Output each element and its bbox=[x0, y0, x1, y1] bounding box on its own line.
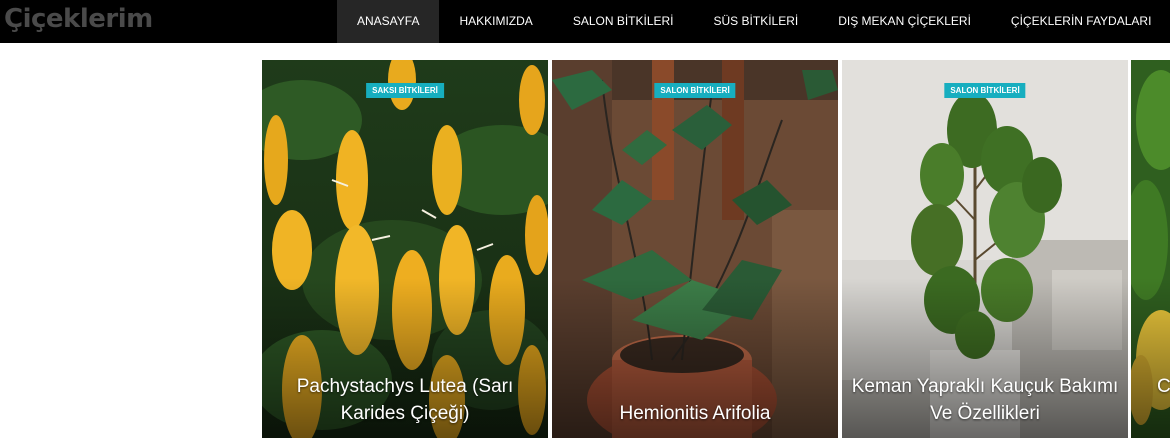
top-navbar: Çiçeklerim ANASAYFA HAKKIMIZDA SALON BİT… bbox=[0, 0, 1170, 43]
post-title[interactable]: Keman Yapraklı Kauçuk Bakımı Ve Özellikl… bbox=[850, 373, 1120, 427]
nav-item-ciceklerin-faydalari[interactable]: ÇİÇEKLERİN FAYDALARI bbox=[991, 0, 1170, 43]
category-badge[interactable]: SAKSI BİTKİLERİ bbox=[366, 83, 444, 98]
main-nav: ANASAYFA HAKKIMIZDA SALON BİTKİLERİ SÜS … bbox=[337, 0, 1170, 43]
category-badge[interactable]: SALON BİTKİLERİ bbox=[944, 83, 1026, 98]
nav-item-sus-bitkileri[interactable]: SÜS BİTKİLERİ bbox=[694, 0, 819, 43]
site-logo[interactable]: Çiçeklerim bbox=[4, 2, 153, 36]
post-title[interactable]: Hemionitis Arifolia bbox=[560, 400, 830, 427]
post-title[interactable]: C bbox=[1157, 373, 1170, 400]
nav-item-salon-bitkileri[interactable]: SALON BİTKİLERİ bbox=[553, 0, 694, 43]
post-card-pachystachys[interactable]: SAKSI BİTKİLERİ Pachystachys Lutea (Sarı… bbox=[262, 60, 548, 438]
post-title[interactable]: Pachystachys Lutea (Sarı Karides Çiçeği) bbox=[270, 373, 540, 427]
category-badge[interactable]: SALON BİTKİLERİ bbox=[654, 83, 736, 98]
post-card-partial[interactable]: C bbox=[1131, 60, 1170, 438]
card-overlay bbox=[1131, 278, 1170, 438]
post-card-keman-yaprakli[interactable]: SALON BİTKİLERİ Keman Yapraklı Kauçuk Ba… bbox=[842, 60, 1128, 438]
nav-item-dis-mekan-cicekleri[interactable]: DIŞ MEKAN ÇİÇEKLERİ bbox=[818, 0, 991, 43]
nav-item-hakkimizda[interactable]: HAKKIMIZDA bbox=[439, 0, 552, 43]
nav-item-anasayfa[interactable]: ANASAYFA bbox=[337, 0, 440, 43]
post-card-hemionitis[interactable]: SALON BİTKİLERİ Hemionitis Arifolia bbox=[552, 60, 838, 438]
